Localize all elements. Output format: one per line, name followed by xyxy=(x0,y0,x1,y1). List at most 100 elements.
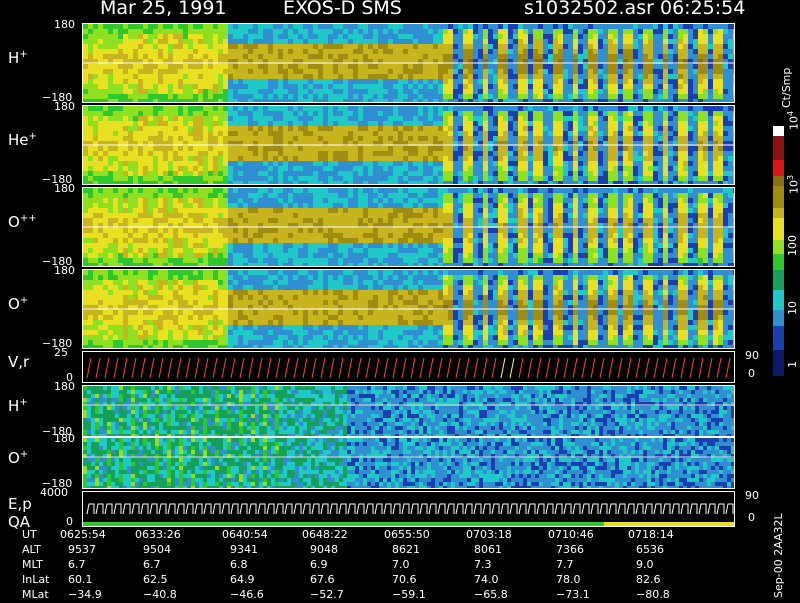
table-cell: 0655:50 xyxy=(384,528,430,541)
colorbar-segment xyxy=(773,160,784,176)
table-cell: 0625:54 xyxy=(60,528,106,541)
table-cell: 9504 xyxy=(143,543,171,556)
table-cell: 7366 xyxy=(556,543,584,556)
table-row-name: MLat xyxy=(22,588,49,601)
panel-6-label-sup: + xyxy=(20,449,28,460)
table-cell: −65.8 xyxy=(474,588,508,601)
table-cell: 0640:54 xyxy=(222,528,268,541)
table-cell: 82.6 xyxy=(636,573,661,586)
table-cell: 9.0 xyxy=(636,558,654,571)
table-cell: 0648:22 xyxy=(302,528,348,541)
panel-6-label: O+ xyxy=(8,449,28,467)
table-row: MLT6.76.76.86.97.07.37.79.0 xyxy=(0,558,760,573)
panel-5-label: H+ xyxy=(8,397,28,415)
panel-3-label-text: O xyxy=(8,295,20,313)
table-cell: 74.0 xyxy=(474,573,499,586)
panel-1-label-sup: + xyxy=(29,131,37,142)
colorbar-segment xyxy=(773,290,784,310)
table-cell: 70.6 xyxy=(392,573,417,586)
header-date: Mar 25, 1991 xyxy=(100,0,227,19)
panel-5 xyxy=(82,385,735,437)
panel-4-rmax: 90 xyxy=(745,349,759,362)
table-cell: 6.9 xyxy=(310,558,328,571)
colorbar-segment xyxy=(773,326,784,350)
table-cell: 0710:46 xyxy=(548,528,594,541)
panel-7-label2: QA xyxy=(8,513,30,531)
table-cell: 62.5 xyxy=(143,573,168,586)
panel-5-svg xyxy=(83,386,734,436)
panel-1-ymax: 180 xyxy=(54,100,75,113)
table-cell: −40.8 xyxy=(143,588,177,601)
table-cell: 8621 xyxy=(392,543,420,556)
panel-5-ymax: 180 xyxy=(54,380,75,393)
colorbar-segment xyxy=(773,176,784,186)
cb-tick-1e3: 103 xyxy=(786,175,800,194)
panel-5-label-text: H xyxy=(8,397,19,415)
panel-6-svg xyxy=(83,438,734,488)
panel-2 xyxy=(82,187,735,267)
panel-7-svg xyxy=(83,492,734,526)
colorbar-segment xyxy=(773,218,784,240)
panel-6-label-text: O xyxy=(8,449,20,467)
table-cell: 9048 xyxy=(310,543,338,556)
colorbar-segment xyxy=(773,310,784,326)
colorbar-segment xyxy=(773,270,784,290)
panel-6-ymax: 180 xyxy=(54,432,75,445)
table-cell: 0633:26 xyxy=(135,528,181,541)
panel-4-ymax: 25 xyxy=(54,346,68,359)
table-cell: 9537 xyxy=(68,543,96,556)
table-row: MLat−34.9−40.8−46.6−52.7−59.1−65.8−73.1−… xyxy=(0,588,760,603)
panel-3-svg xyxy=(83,270,734,348)
panel-0-label: H+ xyxy=(8,49,28,67)
panel-4-label: V,r xyxy=(8,353,29,371)
table-cell: 6536 xyxy=(636,543,664,556)
header-time: 06:25:54 xyxy=(660,0,745,19)
table-cell: 6.7 xyxy=(143,558,161,571)
table-cell: 60.1 xyxy=(68,573,93,586)
colorbar-segment xyxy=(773,254,784,270)
table-cell: 7.7 xyxy=(556,558,574,571)
table-cell: 6.8 xyxy=(230,558,248,571)
panel-4-rmin: 0 xyxy=(748,367,755,380)
table-cell: −46.6 xyxy=(230,588,264,601)
table-cell: −52.7 xyxy=(310,588,344,601)
header-file: s1032502.asr xyxy=(524,0,654,19)
panel-6 xyxy=(82,437,735,489)
colorbar-segment xyxy=(773,186,784,208)
cb-tick-1: 1 xyxy=(786,361,799,368)
table-row-name: ALT xyxy=(22,543,41,556)
panel-3-ymax: 180 xyxy=(54,264,75,277)
panel-7-ymax: 4000 xyxy=(40,486,68,499)
panel-0-label-sup: + xyxy=(19,49,27,60)
table-cell: 0703:18 xyxy=(466,528,512,541)
panel-1-svg xyxy=(83,106,734,184)
table-row: UT0625:540633:260640:540648:220655:50070… xyxy=(0,528,760,543)
table-cell: −34.9 xyxy=(68,588,102,601)
cb-tick-1e4: 104 xyxy=(786,111,800,130)
colorbar-unit: Ct/Smp xyxy=(780,68,793,108)
panel-7-rmin: 0 xyxy=(748,511,755,524)
panel-4-svg xyxy=(83,352,734,382)
table-row-name: MLT xyxy=(22,558,43,571)
panel-5-label-sup: + xyxy=(19,397,27,408)
panel-2-label-text: O xyxy=(8,213,20,231)
header-mission: EXOS-D SMS xyxy=(283,0,402,19)
table-cell: 9341 xyxy=(230,543,258,556)
panel-0-label-text: H xyxy=(8,49,19,67)
panel-3 xyxy=(82,269,735,349)
table-cell: 8061 xyxy=(474,543,502,556)
table-cell: 64.9 xyxy=(230,573,255,586)
panel-7-label: E,pQA xyxy=(8,495,32,531)
panel-7-ymin: 0 xyxy=(66,515,73,528)
panel-1-label-text: He xyxy=(8,131,29,149)
panel-4 xyxy=(82,351,735,383)
table-cell: 7.3 xyxy=(474,558,492,571)
cb-tick-100: 100 xyxy=(786,235,799,256)
colorbar-segment xyxy=(773,350,784,376)
panel-0-svg xyxy=(83,24,734,102)
table-row: ALT 9537 9504 9341 9048 8621 8061 7366 6536 xyxy=(0,543,760,558)
table-cell: −73.1 xyxy=(556,588,590,601)
colorbar-segment xyxy=(773,126,784,136)
panel-2-ymax: 180 xyxy=(54,182,75,195)
table-cell: −80.8 xyxy=(636,588,670,601)
